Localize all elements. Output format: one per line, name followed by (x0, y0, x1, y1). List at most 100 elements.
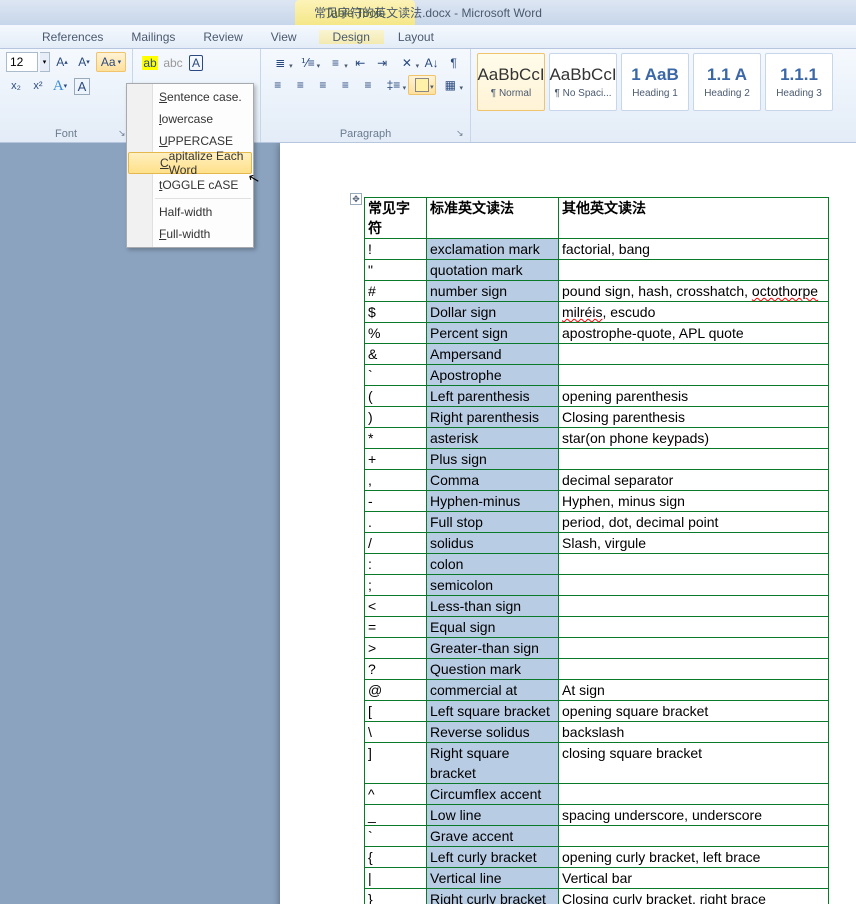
cell-other[interactable] (559, 659, 829, 680)
tab-mailings[interactable]: Mailings (117, 30, 189, 44)
cell-standard[interactable]: Percent sign (427, 323, 559, 344)
cell-other[interactable]: backslash (559, 722, 829, 743)
cell-standard[interactable]: Reverse solidus (427, 722, 559, 743)
dec-indent-icon[interactable]: ⇤ (350, 53, 371, 73)
table-row[interactable]: #number signpound sign, hash, crosshatch… (365, 281, 829, 302)
cell-other[interactable] (559, 575, 829, 596)
table-row[interactable]: ^Circumflex accent (365, 784, 829, 805)
table-row[interactable]: ]Right square bracketclosing square brac… (365, 743, 829, 784)
multilevel-icon[interactable]: ≡ (322, 53, 349, 73)
table-row[interactable]: .Full stopperiod, dot, decimal point (365, 512, 829, 533)
subscript-icon[interactable]: x₂ (6, 76, 26, 96)
cell-symbol[interactable]: + (365, 449, 427, 470)
justify-icon[interactable]: ≡ (335, 75, 357, 95)
cell-symbol[interactable]: ^ (365, 784, 427, 805)
cell-symbol[interactable]: ( (365, 386, 427, 407)
cell-symbol[interactable]: @ (365, 680, 427, 701)
cell-symbol[interactable]: : (365, 554, 427, 575)
cell-other[interactable]: Vertical bar (559, 868, 829, 889)
cell-other[interactable]: opening parenthesis (559, 386, 829, 407)
menu-capitalize-each-word[interactable]: Capitalize Each Word (128, 152, 252, 174)
paragraph-dialog-launcher[interactable]: ↘ (456, 128, 466, 138)
superscript-icon[interactable]: x² (28, 76, 48, 96)
cell-standard[interactable]: Right curly bracket (427, 889, 559, 904)
cell-symbol[interactable]: ) (365, 407, 427, 428)
cell-other[interactable] (559, 449, 829, 470)
cell-symbol[interactable]: < (365, 596, 427, 617)
table-row[interactable]: /solidusSlash, virgule (365, 533, 829, 554)
cell-symbol[interactable]: . (365, 512, 427, 533)
table-move-handle[interactable]: ✥ (350, 193, 362, 205)
cell-other[interactable] (559, 596, 829, 617)
numbering-icon[interactable]: ⅟≡ (295, 53, 322, 73)
cell-symbol[interactable]: # (365, 281, 427, 302)
cell-standard[interactable]: Circumflex accent (427, 784, 559, 805)
cell-standard[interactable]: commercial at (427, 680, 559, 701)
cell-symbol[interactable]: [ (365, 701, 427, 722)
cell-other[interactable]: decimal separator (559, 470, 829, 491)
align-left-icon[interactable]: ≡ (267, 75, 289, 95)
change-case-button[interactable]: Aa▾ (96, 52, 126, 72)
cell-symbol[interactable]: - (365, 491, 427, 512)
style-h1[interactable]: 1 AaB Heading 1 (621, 53, 689, 111)
cell-standard[interactable]: number sign (427, 281, 559, 302)
grow-font-icon[interactable]: A▴ (52, 52, 72, 72)
cell-other[interactable]: pound sign, hash, crosshatch, octothorpe (559, 281, 829, 302)
cell-other[interactable] (559, 344, 829, 365)
cell-other[interactable]: Hyphen, minus sign (559, 491, 829, 512)
table-row[interactable]: \Reverse solidusbackslash (365, 722, 829, 743)
menu-toggle-case[interactable]: tOGGLE cASE (127, 174, 253, 196)
show-marks-icon[interactable]: ¶ (443, 53, 464, 73)
table-row[interactable]: `Grave accent (365, 826, 829, 847)
table-row[interactable]: <Less-than sign (365, 596, 829, 617)
cell-standard[interactable]: Vertical line (427, 868, 559, 889)
cell-standard[interactable]: Left parenthesis (427, 386, 559, 407)
cell-symbol[interactable]: % (365, 323, 427, 344)
cell-other[interactable]: star(on phone keypads) (559, 428, 829, 449)
cell-other[interactable]: Closing curly bracket, right brace (559, 889, 829, 904)
cell-standard[interactable]: Ampersand (427, 344, 559, 365)
table-row[interactable]: `Apostrophe (365, 365, 829, 386)
font-size-input[interactable]: 12 (6, 52, 38, 72)
style-h3[interactable]: 1.1.1 Heading 3 (765, 53, 833, 111)
enclose-char-icon[interactable]: A (185, 53, 207, 73)
cell-other[interactable]: Closing parenthesis (559, 407, 829, 428)
cell-other[interactable] (559, 260, 829, 281)
font-size-dropdown[interactable]: ▾ (40, 52, 50, 72)
cell-symbol[interactable]: ! (365, 239, 427, 260)
cell-symbol[interactable]: { (365, 847, 427, 868)
cell-other[interactable] (559, 784, 829, 805)
cell-standard[interactable]: Question mark (427, 659, 559, 680)
cell-symbol[interactable]: ; (365, 575, 427, 596)
cell-symbol[interactable]: ` (365, 365, 427, 386)
cell-standard[interactable]: Less-than sign (427, 596, 559, 617)
cell-standard[interactable]: Right square bracket (427, 743, 559, 784)
cell-symbol[interactable]: , (365, 470, 427, 491)
menu-sentence-case[interactable]: Sentence case. (127, 86, 253, 108)
tab-design[interactable]: Design (319, 30, 384, 44)
table-row[interactable]: :colon (365, 554, 829, 575)
cell-symbol[interactable]: " (365, 260, 427, 281)
menu-full-width[interactable]: Full-width (127, 223, 253, 245)
cell-symbol[interactable]: } (365, 889, 427, 904)
cell-standard[interactable]: exclamation mark (427, 239, 559, 260)
cell-symbol[interactable]: \ (365, 722, 427, 743)
shrink-font-icon[interactable]: A▾ (74, 52, 94, 72)
cell-standard[interactable]: Hyphen-minus (427, 491, 559, 512)
cell-standard[interactable]: Full stop (427, 512, 559, 533)
inc-indent-icon[interactable]: ⇥ (372, 53, 393, 73)
table-row[interactable]: *asteriskstar(on phone keypads) (365, 428, 829, 449)
cell-symbol[interactable]: ? (365, 659, 427, 680)
cell-standard[interactable]: solidus (427, 533, 559, 554)
cell-standard[interactable]: Dollar sign (427, 302, 559, 323)
cell-standard[interactable]: Greater-than sign (427, 638, 559, 659)
cell-standard[interactable]: Equal sign (427, 617, 559, 638)
menu-half-width[interactable]: Half-width (127, 201, 253, 223)
cell-other[interactable] (559, 617, 829, 638)
style-normal[interactable]: AaBbCcI ¶ Normal (477, 53, 545, 111)
cell-other[interactable]: factorial, bang (559, 239, 829, 260)
borders-icon[interactable]: ▦ (437, 75, 464, 95)
table-row[interactable]: @commercial atAt sign (365, 680, 829, 701)
cell-symbol[interactable]: ] (365, 743, 427, 784)
text-effects-icon[interactable]: A▾ (50, 76, 70, 96)
